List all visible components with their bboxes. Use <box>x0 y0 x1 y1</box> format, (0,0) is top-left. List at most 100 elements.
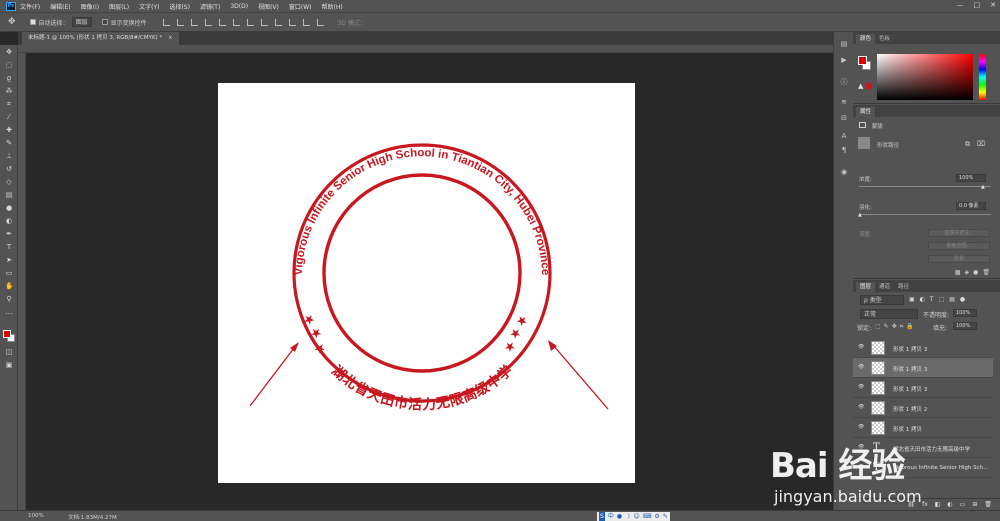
document-canvas[interactable]: Vigorous Infinite Senior High School in … <box>218 83 635 483</box>
zoom-level[interactable]: 100% <box>28 513 44 519</box>
paragraph-icon[interactable]: ¶ <box>840 146 848 154</box>
layer-style-icon[interactable]: fx <box>922 501 928 508</box>
menu-type[interactable]: 文字(Y) <box>139 2 159 11</box>
pen-tool-icon[interactable]: ✒ <box>5 230 13 238</box>
quick-mask-icon[interactable]: ◫ <box>5 348 13 356</box>
visibility-eye-icon[interactable]: 👁 <box>858 404 864 410</box>
visibility-eye-icon[interactable]: 👁 <box>858 424 864 430</box>
ime-handwrite-icon[interactable]: ✎ <box>663 512 668 521</box>
layer-row[interactable]: 👁 形状 1 拷贝 3 <box>853 338 993 358</box>
menu-filter[interactable]: 滤镜(T) <box>200 2 220 11</box>
tab-paths[interactable]: 路径 <box>894 282 913 292</box>
feather-slider[interactable] <box>859 214 991 215</box>
layer-row[interactable]: 👁 形状 1 拷贝 <box>853 418 993 438</box>
layer-row[interactable]: 👁 形状 1 拷贝 2 <box>853 398 993 418</box>
tab-swatches[interactable]: 色板 <box>875 34 894 44</box>
move-tool-icon[interactable]: ✥ <box>8 17 16 27</box>
auto-select-option[interactable]: 自动选择： 图层 <box>29 17 92 27</box>
ime-moon-icon[interactable]: ☽ <box>625 512 630 521</box>
hand-tool-icon[interactable]: ✋ <box>5 282 14 290</box>
menu-layer[interactable]: 图层(L) <box>109 2 129 11</box>
character-icon[interactable]: A <box>840 132 848 140</box>
healing-brush-tool-icon[interactable]: ✚ <box>5 126 13 134</box>
ime-settings-icon[interactable]: ⚙ <box>654 512 659 521</box>
eyedropper-tool-icon[interactable]: ⁄ <box>5 113 13 121</box>
distribute-bottom-icon[interactable] <box>274 18 282 26</box>
distribute-top-icon[interactable] <box>246 18 254 26</box>
distribute-hcenter-icon[interactable] <box>302 18 310 26</box>
layer-filter-dropdown[interactable]: ρ 类型 <box>860 295 904 305</box>
align-vcenter-icon[interactable] <box>176 18 184 26</box>
color-field[interactable] <box>877 54 973 100</box>
auto-select-checkbox[interactable] <box>29 19 36 25</box>
shape-subtract-icon[interactable]: ⌧ <box>977 140 985 148</box>
minimize-button[interactable]: — <box>957 1 964 9</box>
density-slider[interactable] <box>859 186 991 187</box>
close-window-button[interactable]: ✕ <box>990 1 996 9</box>
menu-window[interactable]: 窗口(W) <box>289 2 312 11</box>
blend-mode-dropdown[interactable]: 正常 <box>860 309 918 319</box>
visibility-eye-icon[interactable]: 👁 <box>858 364 864 370</box>
adjustment-layer-icon[interactable]: ◐ <box>947 501 952 508</box>
visibility-eye-icon[interactable]: 👁 <box>858 384 864 390</box>
hue-slider[interactable] <box>979 54 986 100</box>
delete-layer-icon[interactable]: 🗑 <box>984 501 992 508</box>
ime-language[interactable]: 中 <box>608 512 614 521</box>
maximize-button[interactable]: □ <box>974 1 981 9</box>
tab-color[interactable]: 颜色 <box>856 34 876 44</box>
menu-edit[interactable]: 编辑(E) <box>50 2 70 11</box>
ime-logo-icon[interactable]: S <box>599 512 605 521</box>
align-right-icon[interactable] <box>232 18 240 26</box>
menu-file[interactable]: 文件(F) <box>20 2 40 11</box>
align-left-icon[interactable] <box>204 18 212 26</box>
invert-button[interactable]: 反相 <box>928 255 990 263</box>
history-brush-tool-icon[interactable]: ↺ <box>5 165 13 173</box>
menu-3d[interactable]: 3D(D) <box>230 3 248 10</box>
tab-channels[interactable]: 通道 <box>875 282 894 292</box>
gradient-tool-icon[interactable]: ▤ <box>5 191 13 199</box>
density-input[interactable]: 100% <box>956 174 986 182</box>
path-select-tool-icon[interactable]: ➤ <box>5 256 13 264</box>
menu-help[interactable]: 帮助(H) <box>322 2 343 11</box>
dodge-tool-icon[interactable]: ◐ <box>5 217 13 225</box>
layer-row[interactable]: 👁 形状 1 拷贝 3 <box>853 358 993 378</box>
distribute-left-icon[interactable] <box>288 18 296 26</box>
brush-tool-icon[interactable]: ✎ <box>5 139 13 147</box>
menu-select[interactable]: 选择(S) <box>169 2 190 11</box>
show-transform-option[interactable]: 显示变换控件 <box>101 18 147 27</box>
web-color-swatch[interactable] <box>866 83 872 89</box>
add-mask-icon[interactable]: ◧ <box>935 501 941 508</box>
close-tab-icon[interactable]: × <box>168 35 173 41</box>
shape-tool-icon[interactable]: ▭ <box>5 269 13 277</box>
ime-keyboard-icon[interactable]: ⌨ <box>643 512 652 521</box>
visibility-eye-icon[interactable]: 👁 <box>858 344 864 350</box>
zoom-tool-icon[interactable]: ⚲ <box>5 295 13 303</box>
new-layer-icon[interactable]: ⊞ <box>972 501 977 508</box>
filter-icons[interactable]: ▣◐T⬚▤● <box>909 296 970 303</box>
foreground-color-swatch[interactable] <box>3 330 11 338</box>
shape-add-icon[interactable]: ⧉ <box>965 140 970 149</box>
align-top-icon[interactable] <box>162 18 170 26</box>
brush-settings-icon[interactable]: ≋ <box>840 98 848 106</box>
eraser-tool-icon[interactable]: ◇ <box>5 178 13 186</box>
type-tool-icon[interactable]: T <box>5 243 13 251</box>
lasso-tool-icon[interactable]: ϱ <box>5 74 13 82</box>
feather-slider-handle[interactable]: ▲ <box>858 212 862 218</box>
distribute-vcenter-icon[interactable] <box>260 18 268 26</box>
info-icon[interactable]: ⓘ <box>840 78 848 86</box>
clone-stamp-tool-icon[interactable]: ⊥ <box>5 152 13 160</box>
density-slider-handle[interactable]: ▲ <box>981 184 985 190</box>
align-hcenter-icon[interactable] <box>218 18 226 26</box>
blur-tool-icon[interactable]: ● <box>5 204 13 212</box>
align-bottom-icon[interactable] <box>190 18 198 26</box>
crop-tool-icon[interactable]: ⌗ <box>5 100 13 108</box>
auto-select-dropdown[interactable]: 图层 <box>71 17 92 27</box>
ime-punct-icon[interactable]: ● <box>617 512 622 521</box>
menu-view[interactable]: 视图(V) <box>258 2 279 11</box>
menu-image[interactable]: 图像(I) <box>81 2 99 11</box>
distribute-right-icon[interactable] <box>316 18 324 26</box>
panel-foreground-swatch[interactable] <box>858 56 867 65</box>
color-range-button[interactable]: 颜色范围... <box>928 242 990 250</box>
new-group-icon[interactable]: ▭ <box>960 501 966 508</box>
show-transform-checkbox[interactable] <box>101 19 108 25</box>
